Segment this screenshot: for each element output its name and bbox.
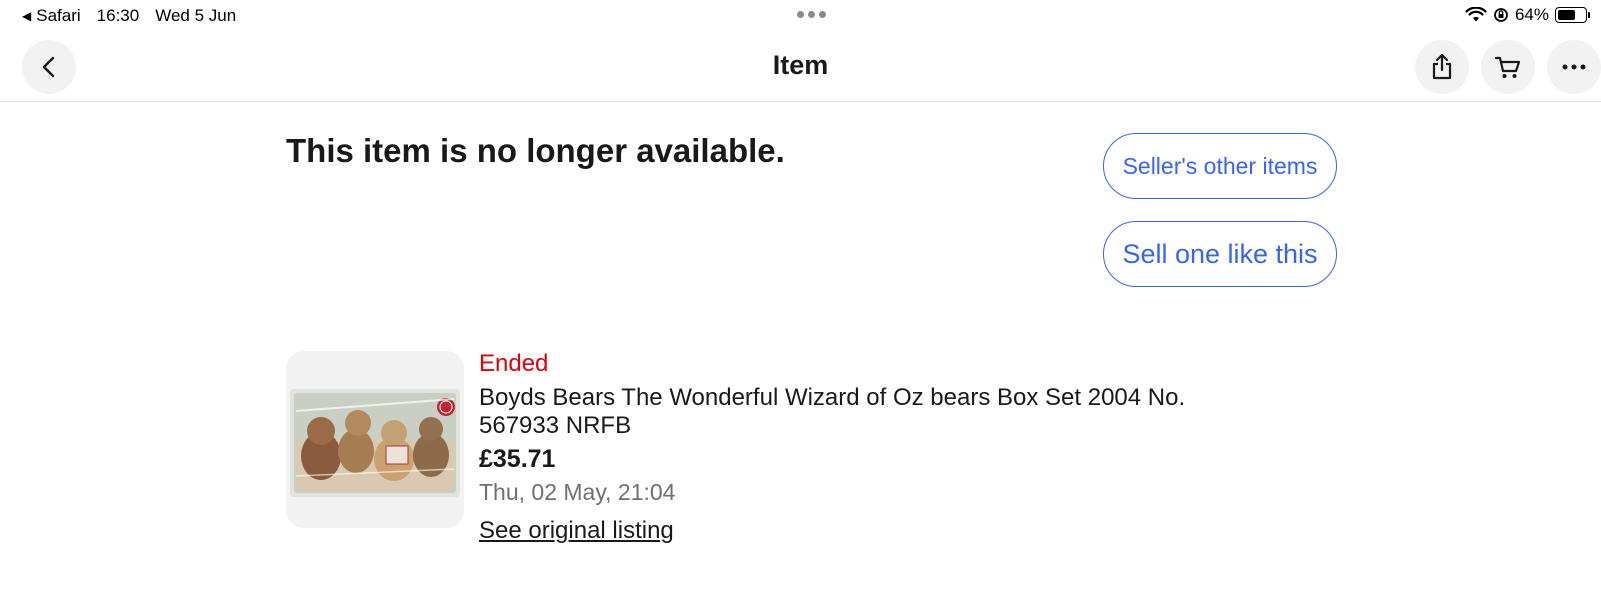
back-button[interactable]: [22, 40, 76, 94]
item-thumbnail[interactable]: [286, 351, 464, 528]
sell-one-like-this-button[interactable]: Sell one like this: [1103, 221, 1337, 287]
status-time: 16:30: [96, 6, 140, 25]
orientation-lock-icon: [1494, 8, 1508, 22]
page-title: Item: [772, 50, 829, 80]
chevron-left-icon: [42, 56, 55, 78]
battery-percent: 64%: [1514, 5, 1549, 24]
status-date: Wed 5 Jun: [155, 6, 237, 25]
share-icon: [1432, 53, 1452, 80]
sellers-other-items-button[interactable]: Seller's other items: [1103, 133, 1337, 199]
wifi-icon: [1465, 7, 1487, 22]
cart-button[interactable]: [1481, 40, 1535, 94]
battery-icon: [1555, 7, 1590, 23]
status-bar: ◀ Safari 16:30 Wed 5 Jun 64%: [0, 0, 1601, 32]
share-button[interactable]: [1415, 40, 1469, 94]
item-photo-image: [286, 351, 464, 528]
unavailable-headline: This item is no longer available.: [286, 132, 785, 169]
multitasking-dots-icon[interactable]: [797, 11, 826, 18]
more-options-button[interactable]: [1547, 40, 1601, 94]
page-title-bar: Item: [0, 50, 1601, 81]
back-to-app-icon[interactable]: ◀: [22, 9, 31, 23]
cart-icon: [1494, 56, 1521, 78]
status-right: 64%: [1465, 5, 1590, 25]
listing-status-badge: Ended: [479, 350, 549, 377]
see-original-listing-link[interactable]: See original listing: [479, 517, 674, 545]
listing-title: Boyds Bears The Wonderful Wizard of Oz b…: [479, 384, 1186, 439]
listing-end-date: Thu, 02 May, 21:04: [479, 479, 676, 505]
back-app-label[interactable]: Safari: [36, 6, 80, 26]
listing-price: £35.71: [479, 445, 556, 473]
status-left: ◀ Safari 16:30 Wed 5 Jun: [22, 6, 236, 26]
more-icon: [1562, 64, 1586, 70]
navigation-bar: Item: [0, 38, 1601, 102]
battery-level: [1558, 10, 1575, 20]
